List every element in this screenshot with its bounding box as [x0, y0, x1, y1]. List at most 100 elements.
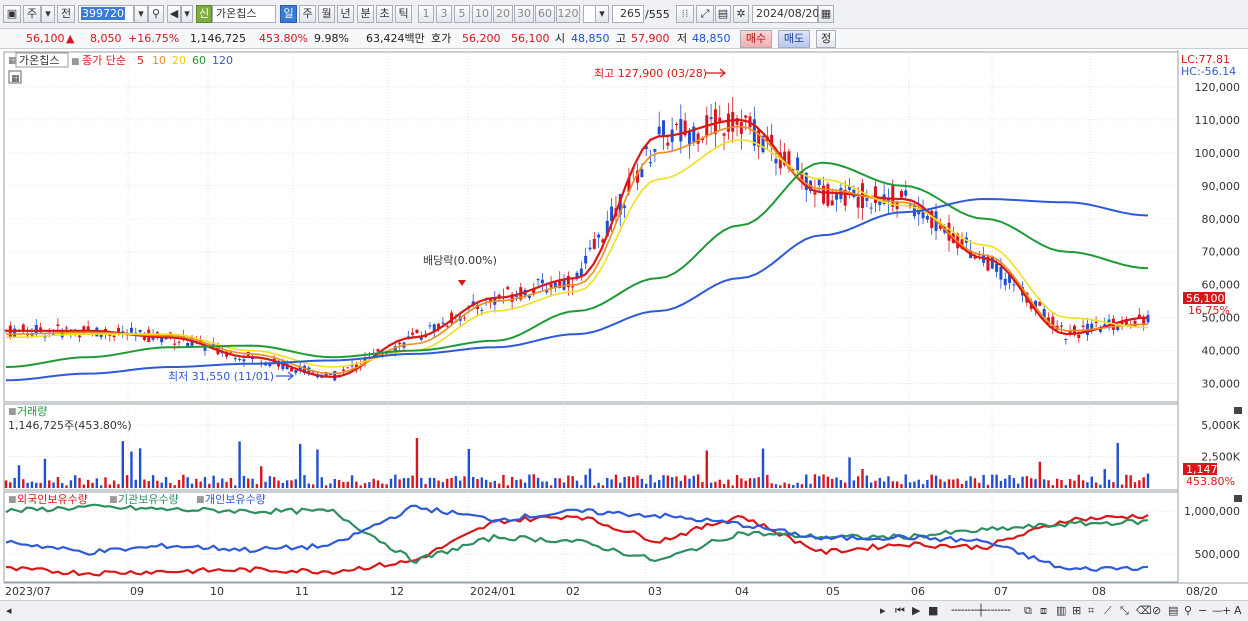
- volume-bar: [1008, 475, 1011, 488]
- volume-bar: [303, 475, 306, 488]
- stock-code-dropdown-icon[interactable]: ▾: [134, 5, 148, 23]
- volume-bar: [177, 479, 181, 488]
- volume-bar: [26, 482, 29, 488]
- volume-bar: [415, 438, 419, 488]
- interval-minute-tab[interactable]: 분: [357, 5, 374, 23]
- interval-day-tab[interactable]: 일: [280, 5, 297, 23]
- chart-type-icon[interactable]: ▥: [1056, 604, 1066, 618]
- candle-body: [1094, 322, 1098, 324]
- bid-label: 호가: [431, 32, 452, 45]
- print-icon[interactable]: ▤: [1168, 604, 1178, 618]
- market-button[interactable]: 전: [57, 5, 75, 23]
- tick-count-20[interactable]: 20: [493, 5, 513, 23]
- svg-text:■: ■: [8, 495, 17, 505]
- correction-button[interactable]: 정: [816, 30, 836, 48]
- volume-y-tick: 5,000K: [1201, 419, 1240, 432]
- cross-cursor-icon[interactable]: ⤢: [696, 5, 714, 23]
- rewind-icon[interactable]: ⏮: [895, 604, 905, 618]
- interval-tick-tab[interactable]: 틱: [395, 5, 412, 23]
- search-icon[interactable]: ⚲: [148, 5, 164, 23]
- volume-bar: [1004, 478, 1007, 488]
- volume-bar: [1034, 479, 1037, 488]
- candle-body: [856, 197, 860, 208]
- volume-panel-maximize-icon: [1234, 407, 1242, 414]
- volume-bar: [56, 476, 60, 488]
- tick-count-5[interactable]: 5: [454, 5, 470, 23]
- calendar-icon[interactable]: ▦: [818, 5, 834, 23]
- stock-name-field[interactable]: 가온칩스: [212, 5, 276, 23]
- svg-text:■: ■: [8, 407, 17, 417]
- high-price: 57,900: [631, 32, 670, 45]
- tick-count-120[interactable]: 120: [556, 5, 580, 23]
- chart-area[interactable]: 120,000 110,000 100,000 90,000 80,000 70,000 6…: [0, 50, 1248, 601]
- period-code-button[interactable]: 주: [23, 5, 41, 23]
- candle-body: [173, 343, 177, 345]
- buy-button[interactable]: 매수: [740, 30, 772, 48]
- trendline-icon[interactable]: ⟋: [1104, 604, 1112, 618]
- volume-bar: [705, 450, 708, 488]
- candle-body: [925, 216, 929, 220]
- turnover-rate: 9.98%: [314, 32, 349, 45]
- chevron-down-icon[interactable]: ▾: [41, 5, 55, 23]
- scroll-right-icon[interactable]: ▸: [880, 604, 886, 618]
- drawing-tools-icon[interactable]: ⊞: [1072, 604, 1081, 618]
- price-y-tick: 80,000: [1202, 213, 1241, 226]
- stock-code-input[interactable]: 399720: [78, 5, 134, 23]
- volume-bar: [324, 485, 328, 488]
- svg-text:■: ■: [196, 495, 205, 505]
- zoom-in-icon[interactable]: +: [1222, 604, 1231, 618]
- zoom-slider[interactable]: ╌╌╌╌┼╌╌╌╌: [946, 604, 1016, 618]
- speaker-icon[interactable]: ◀: [167, 5, 181, 23]
- candle-body: [744, 115, 748, 118]
- date-input[interactable]: 2024/08/20: [752, 5, 819, 23]
- play-icon[interactable]: ▶: [912, 604, 920, 618]
- volume-bar: [506, 485, 509, 488]
- save-icon[interactable]: ▤: [715, 5, 731, 23]
- volume-bar: [982, 474, 985, 488]
- link-icon[interactable]: ⊘: [1152, 604, 1161, 618]
- speaker-dropdown-icon[interactable]: ▾: [181, 5, 193, 23]
- volume-bar: [593, 485, 596, 488]
- stop-icon[interactable]: ■: [928, 604, 938, 618]
- tick-count-10[interactable]: 10: [472, 5, 492, 23]
- layout-icon[interactable]: ⧉: [1024, 604, 1032, 618]
- copy-icon[interactable]: ⧈: [1040, 604, 1047, 618]
- volume-bar: [169, 482, 172, 488]
- volume-bar: [805, 474, 808, 488]
- indicator-icon[interactable]: ⌗: [1088, 604, 1094, 618]
- tick-count-3[interactable]: 3: [436, 5, 452, 23]
- interval-second-tab[interactable]: 초: [376, 5, 393, 23]
- fibo-icon[interactable]: ⤡: [1120, 604, 1129, 618]
- view-count-input[interactable]: 265: [612, 5, 644, 23]
- tick-count-30[interactable]: 30: [514, 5, 534, 23]
- interval-week-tab[interactable]: 주: [299, 5, 316, 23]
- stock-chart[interactable]: 120,000 110,000 100,000 90,000 80,000 70,000 6…: [0, 50, 1248, 601]
- window-icon[interactable]: ▣: [3, 5, 21, 23]
- gear-icon[interactable]: ✲: [733, 5, 749, 23]
- volume-bar: [1055, 478, 1059, 488]
- open-label: 시: [555, 32, 566, 45]
- low-annotation: 최저 31,550 (11/01): [168, 370, 274, 383]
- volume-bar: [74, 475, 77, 488]
- volume-bar: [61, 483, 64, 488]
- eraser-icon[interactable]: ⌫: [1136, 604, 1152, 618]
- zoom-icon[interactable]: ⚲: [1184, 604, 1192, 618]
- sell-button[interactable]: 매도: [778, 30, 810, 48]
- grid-icon[interactable]: ⁞⁞: [676, 5, 694, 23]
- candle-body: [666, 142, 670, 146]
- up-arrow-icon: ▲: [66, 32, 75, 45]
- volume-bar: [1086, 482, 1089, 488]
- volume-bar: [692, 475, 695, 488]
- zoom-out-icon[interactable]: −: [1198, 604, 1207, 618]
- interval-month-tab[interactable]: 월: [318, 5, 335, 23]
- ma120-legend: 120: [212, 54, 233, 67]
- volume-bar: [381, 483, 384, 488]
- tick-count-1[interactable]: 1: [418, 5, 434, 23]
- volume-bar: [333, 479, 336, 488]
- volume-bar: [722, 484, 726, 488]
- scroll-left-icon[interactable]: ◂: [6, 604, 12, 618]
- tick-custom-dropdown-icon[interactable]: ▾: [595, 5, 609, 23]
- font-size-icon[interactable]: A: [1234, 604, 1242, 618]
- interval-year-tab[interactable]: 년: [337, 5, 354, 23]
- tick-count-60[interactable]: 60: [535, 5, 555, 23]
